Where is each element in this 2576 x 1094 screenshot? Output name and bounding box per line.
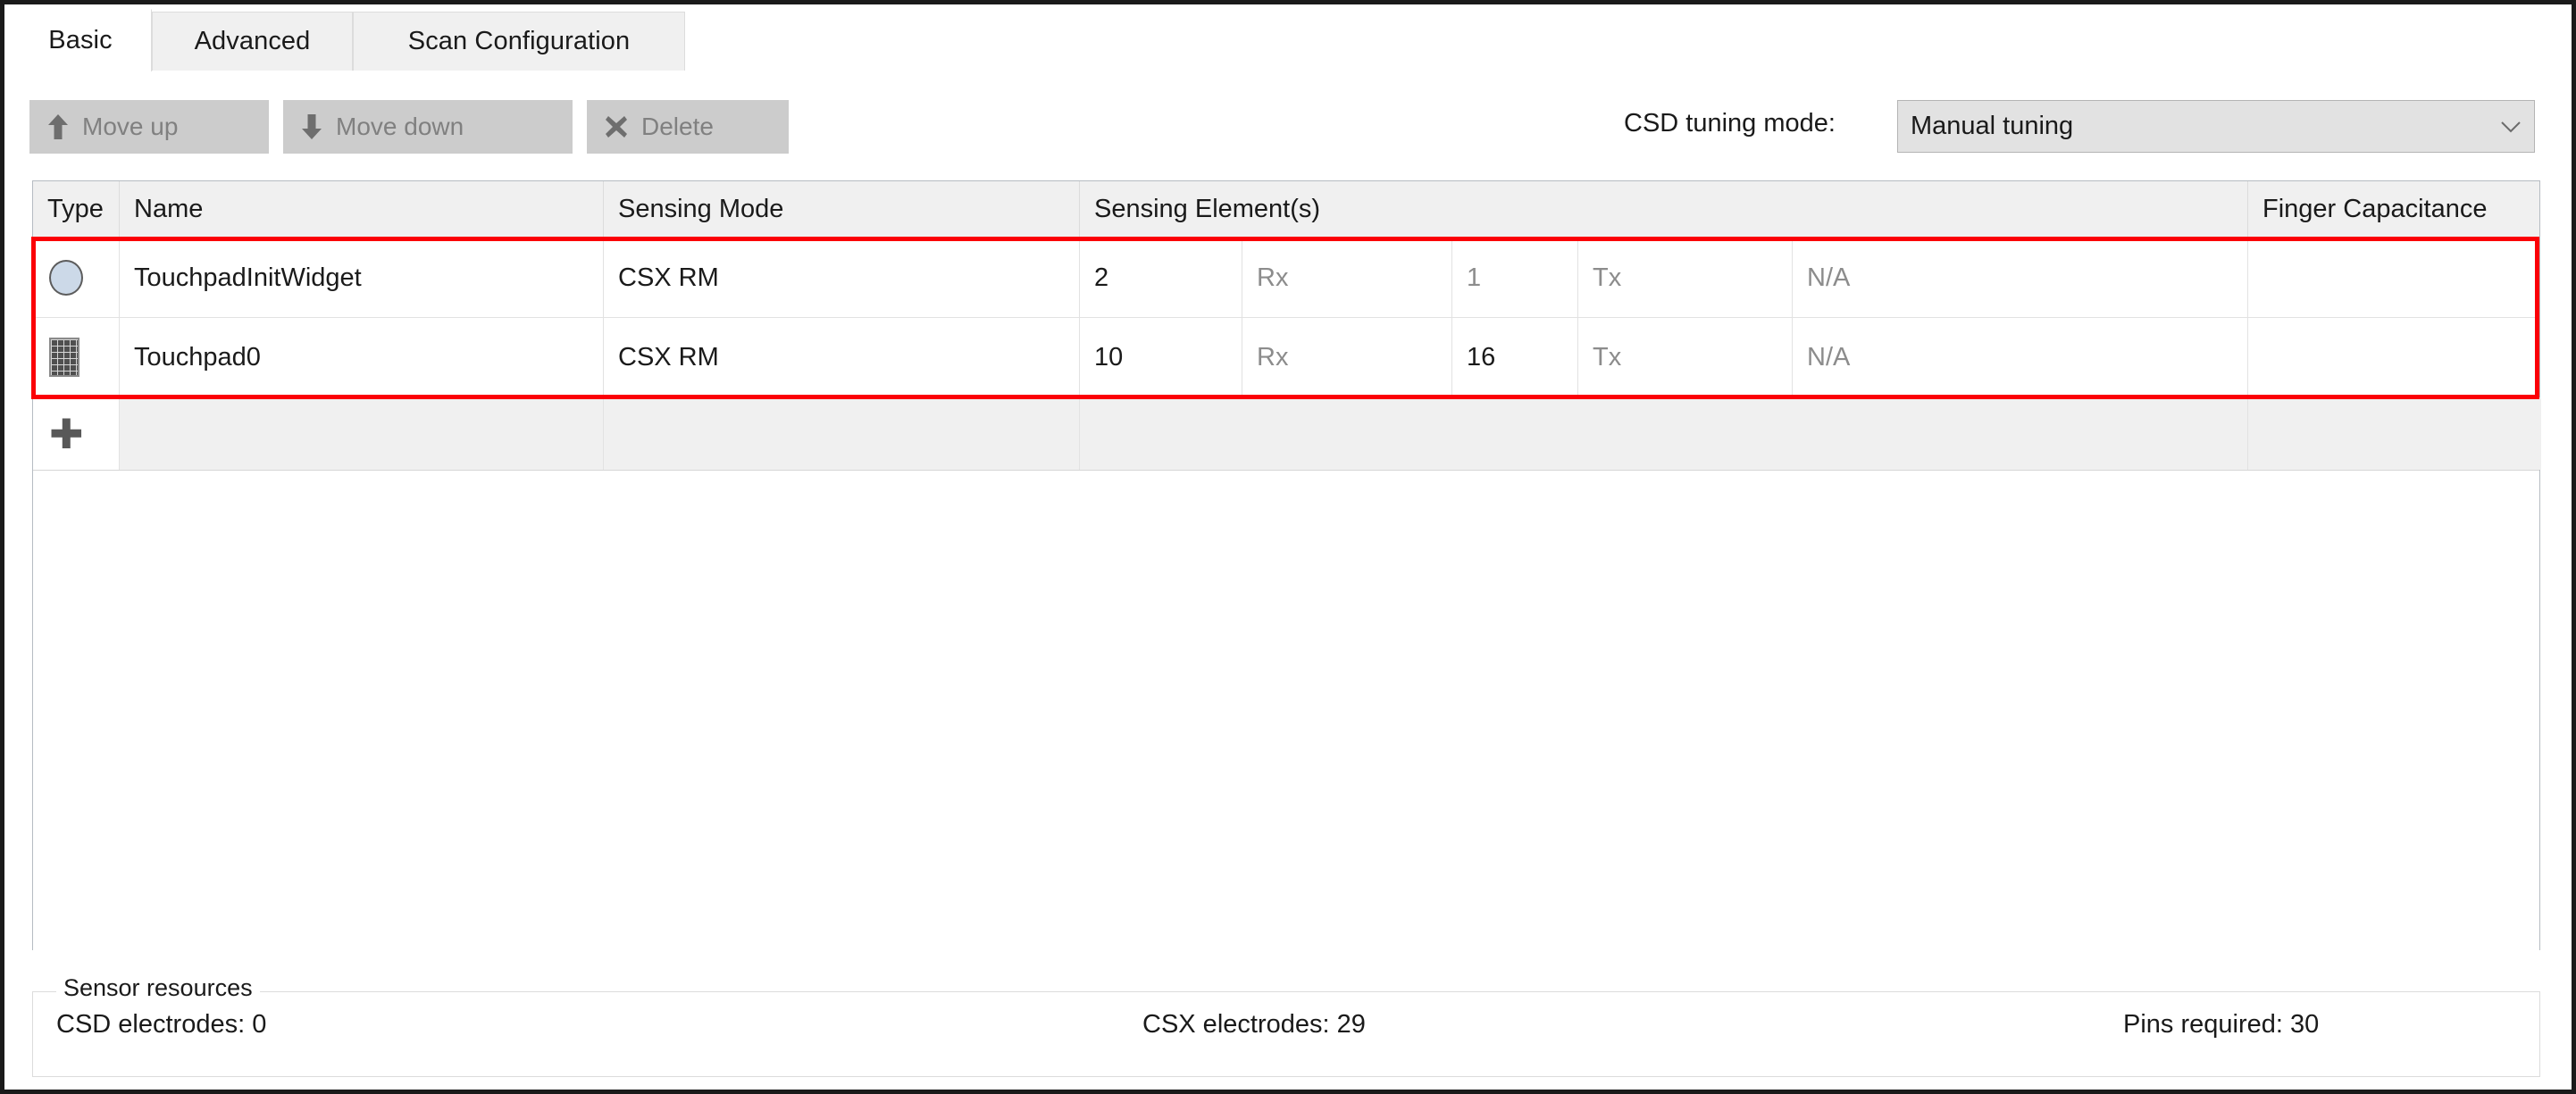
row-rx-count-cell[interactable]: 2 [1079, 238, 1242, 317]
tab-advanced-label: Advanced [194, 27, 311, 55]
column-header-finger-capacitance[interactable]: Finger Capacitance [2247, 181, 2541, 238]
row-rx-label: Rx [1257, 342, 1289, 372]
window-frame-bottom [0, 1090, 2576, 1094]
row-tx-count-label: 16 [1467, 342, 1496, 372]
add-row-finger-capacitance-cell [2247, 397, 2541, 470]
pins-required-status: Pins required: 30 [2123, 1010, 2320, 1039]
widget-configuration-window: Basic Advanced Scan Configuration Move u… [0, 0, 2576, 1094]
widgets-table[interactable]: Type Name Sensing Mode Sensing Element(s… [32, 180, 2541, 950]
arrow-up-icon [46, 113, 70, 140]
move-down-button[interactable]: Move down [283, 100, 573, 154]
row-name-label: TouchpadInitWidget [134, 263, 362, 292]
window-frame-right [2572, 0, 2576, 1094]
move-up-label: Move up [82, 113, 179, 140]
column-header-type[interactable]: Type [33, 181, 119, 238]
row-tx-label: Tx [1593, 342, 1622, 372]
sensor-resources-group: Sensor resources CSD electrodes: 0 CSX e… [32, 974, 2540, 1077]
add-row-name-cell [119, 397, 603, 470]
table-row[interactable]: Touchpad0 CSX RM 10 Rx 16 Tx N/A [33, 318, 2539, 397]
table-row[interactable]: TouchpadInitWidget CSX RM 2 Rx 1 Tx N/A [33, 238, 2539, 318]
row-type-cell[interactable] [33, 318, 119, 397]
row-tx-label: Tx [1593, 263, 1622, 292]
row-rx-label-cell: Rx [1242, 238, 1451, 317]
tab-strip: Basic Advanced Scan Configuration [4, 4, 2572, 71]
csd-electrodes-status: CSD electrodes: 0 [56, 1010, 267, 1039]
row-sensing-mode-label: CSX RM [618, 263, 719, 292]
row-sensing-elements-na-label: N/A [1807, 342, 1851, 372]
arrow-down-icon [300, 113, 323, 140]
table-body: TouchpadInitWidget CSX RM 2 Rx 1 Tx N/A … [33, 238, 2541, 950]
table-header-row: Type Name Sensing Mode Sensing Element(s… [33, 181, 2539, 238]
column-header-name[interactable]: Name [119, 181, 603, 238]
tab-basic[interactable]: Basic [9, 9, 152, 71]
csd-tuning-mode-select[interactable]: Manual tuning [1897, 100, 2535, 153]
tab-advanced[interactable]: Advanced [152, 12, 353, 71]
column-header-sensing-mode-label: Sensing Mode [618, 195, 784, 223]
row-sensing-elements-spare-cell: N/A [1792, 318, 2247, 397]
tab-scan-configuration-label: Scan Configuration [407, 27, 631, 55]
close-x-icon [604, 114, 629, 139]
column-header-finger-capacitance-label: Finger Capacitance [2262, 195, 2488, 223]
row-sensing-mode-cell[interactable]: CSX RM [603, 238, 1079, 317]
column-header-type-label: Type [47, 195, 104, 223]
window-frame-left [0, 0, 4, 1094]
tab-basic-label: Basic [48, 26, 113, 54]
row-rx-label: Rx [1257, 263, 1289, 292]
row-sensing-elements-spare-cell: N/A [1792, 238, 2247, 317]
row-sensing-mode-cell[interactable]: CSX RM [603, 318, 1079, 397]
row-type-cell[interactable] [33, 238, 119, 317]
add-row-sensing-mode-cell [603, 397, 1079, 470]
touchpad-matrix-icon [49, 338, 79, 377]
row-rx-count-label: 10 [1094, 342, 1124, 372]
csd-tuning-mode-label: CSD tuning mode: [1624, 109, 1836, 138]
column-header-sensing-elements-label: Sensing Element(s) [1094, 195, 1321, 223]
add-row-type-cell[interactable]: ✚ [33, 397, 119, 470]
delete-button[interactable]: Delete [587, 100, 789, 154]
add-row-sensing-elements-cell [1079, 397, 2247, 470]
row-rx-count-cell[interactable]: 10 [1079, 318, 1242, 397]
table-add-row[interactable]: ✚ [33, 397, 2541, 471]
row-tx-label-cell: Tx [1577, 318, 1792, 397]
row-name-label: Touchpad0 [134, 342, 261, 372]
row-tx-count-cell[interactable]: 1 [1451, 238, 1577, 317]
row-sensing-elements-na-label: N/A [1807, 263, 1851, 292]
row-name-cell[interactable]: TouchpadInitWidget [119, 238, 603, 317]
column-header-sensing-elements[interactable]: Sensing Element(s) [1079, 181, 2247, 238]
circle-button-icon [49, 260, 83, 296]
row-tx-label-cell: Tx [1577, 238, 1792, 317]
row-rx-label-cell: Rx [1242, 318, 1451, 397]
row-tx-count-cell[interactable]: 16 [1451, 318, 1577, 397]
csx-electrodes-status: CSX electrodes: 29 [1142, 1010, 1366, 1039]
column-header-sensing-mode[interactable]: Sensing Mode [603, 181, 1079, 238]
move-up-button[interactable]: Move up [29, 100, 269, 154]
delete-label: Delete [641, 113, 714, 140]
move-down-label: Move down [336, 113, 464, 140]
row-finger-capacitance-cell[interactable] [2247, 238, 2541, 317]
tab-scan-configuration[interactable]: Scan Configuration [353, 12, 685, 71]
row-finger-capacitance-cell[interactable] [2247, 318, 2541, 397]
column-header-name-label: Name [134, 195, 204, 223]
row-sensing-mode-label: CSX RM [618, 342, 719, 372]
row-name-cell[interactable]: Touchpad0 [119, 318, 603, 397]
chevron-down-icon [2488, 121, 2534, 133]
plus-icon[interactable]: ✚ [49, 413, 84, 455]
sensor-resources-title: Sensor resources [56, 974, 260, 1002]
csd-tuning-mode-value: Manual tuning [1911, 112, 2074, 140]
row-rx-count-label: 2 [1094, 263, 1109, 292]
row-tx-count-label: 1 [1467, 263, 1482, 292]
